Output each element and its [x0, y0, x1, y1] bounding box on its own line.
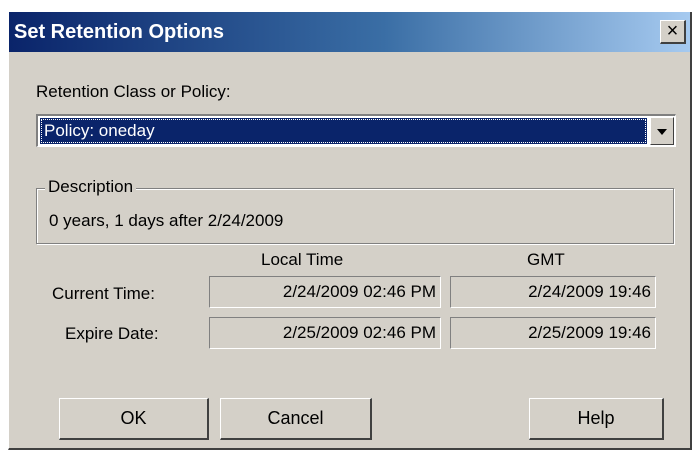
close-icon[interactable]: ×	[660, 20, 686, 44]
description-text: 0 years, 1 days after 2/24/2009	[49, 211, 284, 230]
help-button[interactable]: Help	[529, 398, 664, 440]
retention-policy-select[interactable]: Policy: oneday	[36, 114, 676, 147]
expire-date-local-field: 2/25/2009 02:46 PM	[209, 317, 441, 349]
current-time-gmt-field: 2/24/2009 19:46	[450, 276, 656, 308]
dialog-title: Set Retention Options	[14, 21, 224, 43]
title-bar[interactable]: Set Retention Options ×	[9, 12, 690, 52]
retention-policy-label: Retention Class or Policy:	[36, 82, 231, 101]
expire-date-gmt-field: 2/25/2009 19:46	[450, 317, 656, 349]
ok-button[interactable]: OK	[59, 398, 209, 440]
chevron-down-icon[interactable]	[650, 117, 674, 145]
gmt-column-header: GMT	[527, 250, 565, 269]
retention-policy-selected-value[interactable]: Policy: oneday	[40, 118, 647, 144]
local-time-column-header: Local Time	[261, 250, 344, 269]
current-time-label: Current Time:	[52, 284, 155, 303]
expire-date-label: Expire Date:	[65, 324, 159, 343]
set-retention-options-dialog: Set Retention Options × Retention Class …	[8, 12, 692, 450]
current-time-local-field: 2/24/2009 02:46 PM	[209, 276, 441, 308]
description-group: Description 0 years, 1 days after 2/24/2…	[36, 177, 674, 244]
description-legend: Description	[45, 177, 137, 197]
cancel-button[interactable]: Cancel	[220, 398, 372, 440]
